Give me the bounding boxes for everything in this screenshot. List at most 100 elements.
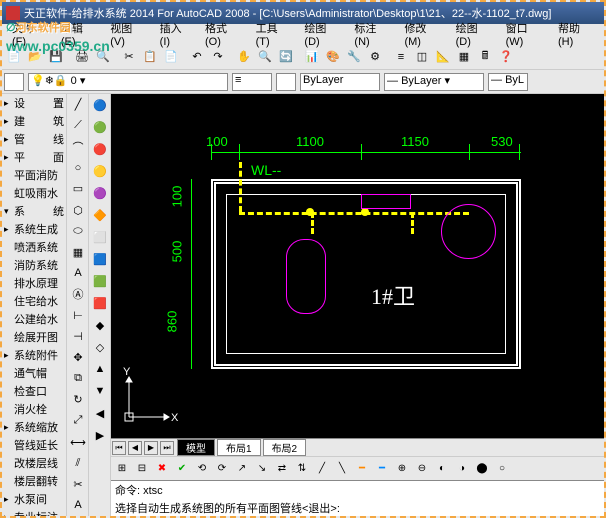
offset-icon[interactable]: ⫽	[68, 454, 88, 473]
menu-dimension[interactable]: 标注(N)	[348, 18, 396, 50]
menu-help[interactable]: 帮助(H)	[552, 18, 600, 50]
t15-icon[interactable]: ◀	[90, 403, 110, 423]
sidebar-item-9[interactable]: 消防系统	[2, 256, 66, 274]
t6-icon[interactable]: 🔶	[90, 205, 110, 225]
bt10-icon[interactable]: ⇅	[293, 460, 311, 478]
tab-prev-icon[interactable]: ◀	[128, 441, 142, 455]
sidebar-item-1[interactable]: ▸建筑	[2, 112, 66, 130]
bt15-icon[interactable]: ⊕	[393, 460, 411, 478]
sidebar-item-8[interactable]: 喷洒系统	[2, 238, 66, 256]
t11-icon[interactable]: ◆	[90, 315, 110, 335]
sidebar-item-21[interactable]: 楼层翻转	[2, 472, 66, 490]
arc-icon[interactable]: ⌒	[68, 137, 88, 156]
sidebar-item-5[interactable]: 虹吸雨水	[2, 184, 66, 202]
sidebar-item-11[interactable]: 住宅给水	[2, 292, 66, 310]
tab-model[interactable]: 模型	[177, 439, 215, 456]
sidebar-item-4[interactable]: 平面消防	[2, 166, 66, 184]
menu-drawing[interactable]: 绘图(D)	[450, 18, 498, 50]
menu-edit[interactable]: 编辑(E)	[55, 18, 102, 50]
sidebar-item-12[interactable]: 公建给水	[2, 310, 66, 328]
copy2-icon[interactable]: ⧉	[68, 369, 88, 388]
bt13-icon[interactable]: ━	[353, 460, 371, 478]
bt2-icon[interactable]: ⊟	[133, 460, 151, 478]
lweight-combo[interactable]: — ByL	[488, 73, 528, 91]
tab-last-icon[interactable]: ⏭	[160, 441, 174, 455]
t2-icon[interactable]: 🟢	[90, 117, 110, 137]
menu-insert[interactable]: 插入(I)	[154, 18, 197, 50]
bt8-icon[interactable]: ↘	[253, 460, 271, 478]
t4-icon[interactable]: 🟡	[90, 161, 110, 181]
bt11-icon[interactable]: ╱	[313, 460, 331, 478]
pline-icon[interactable]: ⟋	[68, 116, 88, 135]
menu-format[interactable]: 格式(O)	[199, 18, 248, 50]
sidebar-item-19[interactable]: 管线延长	[2, 436, 66, 454]
menu-modify[interactable]: 修改(M)	[398, 18, 447, 50]
text-icon[interactable]: A	[68, 264, 88, 283]
t12-icon[interactable]: ◇	[90, 337, 110, 357]
hatch-icon[interactable]: ▦	[68, 243, 88, 262]
bt16-icon[interactable]: ⊖	[413, 460, 431, 478]
bt9-icon[interactable]: ⇄	[273, 460, 291, 478]
t7-icon[interactable]: ⬜	[90, 227, 110, 247]
sidebar-item-0[interactable]: ▸设置	[2, 94, 66, 112]
color-swatch[interactable]	[4, 73, 24, 91]
tab-layout2[interactable]: 布局2	[263, 439, 307, 456]
color-picker[interactable]	[276, 73, 296, 91]
mtext-icon[interactable]: Ⓐ	[68, 285, 88, 304]
t3-icon[interactable]: 🔴	[90, 139, 110, 159]
letter-a-icon[interactable]: A	[68, 496, 88, 515]
sidebar-item-20[interactable]: 改楼层线	[2, 454, 66, 472]
dim2-icon[interactable]: ⊣	[68, 327, 88, 346]
color-combo[interactable]: ByLayer	[300, 73, 380, 91]
sidebar-item-17[interactable]: 消火栓	[2, 400, 66, 418]
command-area[interactable]: 命令: xtsc 选择自动生成系统图的所有平面图管线<退出>:	[111, 480, 604, 516]
bt18-icon[interactable]: ◑	[453, 460, 471, 478]
canvas[interactable]: 100 1100 1150 530 100 500 860 WL-- 1#卫	[111, 94, 604, 438]
sidebar-item-13[interactable]: 绘展开图	[2, 328, 66, 346]
bt4-icon[interactable]: ✔	[173, 460, 191, 478]
t10-icon[interactable]: 🟥	[90, 293, 110, 313]
bt19-icon[interactable]: ⬤	[473, 460, 491, 478]
tab-layout1[interactable]: 布局1	[217, 439, 261, 456]
sidebar-item-6[interactable]: ▾系统	[2, 202, 66, 220]
t8-icon[interactable]: 🟦	[90, 249, 110, 269]
scale-icon[interactable]: ⤢	[68, 411, 88, 430]
menu-file[interactable]: 文件(F)	[6, 18, 53, 50]
rotate-icon[interactable]: ↻	[68, 390, 88, 409]
dim1-icon[interactable]: ⊢	[68, 306, 88, 325]
t9-icon[interactable]: 🟩	[90, 271, 110, 291]
bt1-icon[interactable]: ⊞	[113, 460, 131, 478]
bt17-icon[interactable]: ◐	[433, 460, 451, 478]
bt3-icon[interactable]: ✖	[153, 460, 171, 478]
t1-icon[interactable]: 🔵	[90, 95, 110, 115]
sidebar-item-15[interactable]: 通气帽	[2, 364, 66, 382]
bt20-icon[interactable]: ○	[493, 460, 511, 478]
cmd-prompt[interactable]: 选择自动生成系统图的所有平面图管线<退出>:	[111, 499, 604, 516]
bt12-icon[interactable]: ╲	[333, 460, 351, 478]
ellipse-icon[interactable]: ⬭	[68, 222, 88, 241]
sidebar-item-10[interactable]: 排水原理	[2, 274, 66, 292]
bt7-icon[interactable]: ↗	[233, 460, 251, 478]
trim-icon[interactable]: ✂	[68, 475, 88, 494]
tab-next-icon[interactable]: ▶	[144, 441, 158, 455]
t5-icon[interactable]: 🟣	[90, 183, 110, 203]
sidebar-item-16[interactable]: 检查口	[2, 382, 66, 400]
tab-first-icon[interactable]: ⏮	[112, 441, 126, 455]
menu-window[interactable]: 窗口(W)	[500, 18, 550, 50]
menu-view[interactable]: 视图(V)	[104, 18, 151, 50]
t14-icon[interactable]: ▼	[90, 381, 110, 401]
bt5-icon[interactable]: ⟲	[193, 460, 211, 478]
sidebar-item-7[interactable]: ▸系统生成	[2, 220, 66, 238]
sidebar-item-3[interactable]: ▸平面	[2, 148, 66, 166]
polygon-icon[interactable]: ⬡	[68, 200, 88, 219]
menu-draw[interactable]: 绘图(D)	[298, 18, 346, 50]
sidebar-item-2[interactable]: ▸管线	[2, 130, 66, 148]
move-icon[interactable]: ✥	[68, 348, 88, 367]
sidebar-item-14[interactable]: ▸系统附件	[2, 346, 66, 364]
menubar[interactable]: 文件(F) 编辑(E) 视图(V) 插入(I) 格式(O) 工具(T) 绘图(D…	[2, 24, 604, 44]
line-icon[interactable]: ╱	[68, 95, 88, 114]
bt14-icon[interactable]: ━	[373, 460, 391, 478]
menu-tools[interactable]: 工具(T)	[250, 18, 297, 50]
t13-icon[interactable]: ▲	[90, 359, 110, 379]
layer-props[interactable]: ≡	[232, 73, 272, 91]
